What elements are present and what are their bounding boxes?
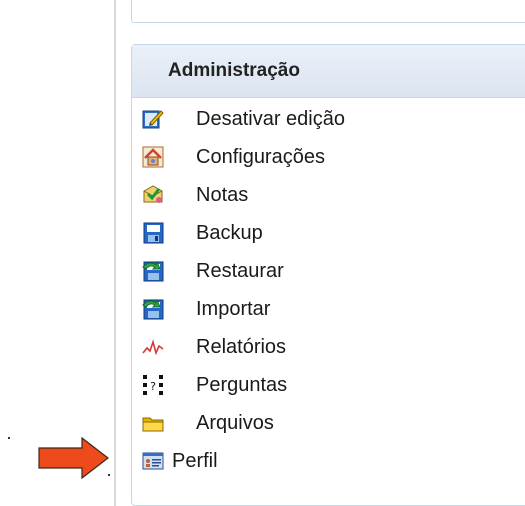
menu-item-label: Importar: [196, 297, 271, 320]
edit-icon: [140, 106, 166, 132]
menu-item-label: Backup: [196, 221, 263, 244]
menu-item-desativar-edicao[interactable]: Desativar edição: [140, 105, 345, 133]
import-icon: [140, 296, 166, 322]
menu-item-perguntas[interactable]: ? Perguntas: [140, 371, 287, 399]
menu-item-relatorios[interactable]: Relatórios: [140, 333, 286, 361]
admin-block-header: Administração: [132, 45, 525, 98]
admin-block: Administração Desativar edição Configura…: [131, 44, 525, 506]
menu-item-label: Configurações: [196, 145, 325, 168]
menu-item-backup[interactable]: Backup: [140, 219, 263, 247]
profile-icon: [140, 448, 166, 474]
menu-item-notas[interactable]: Notas: [140, 181, 248, 209]
grades-icon: [140, 182, 166, 208]
stray-dot: [108, 474, 110, 476]
menu-item-perfil[interactable]: Perfil: [140, 447, 218, 475]
backup-icon: [140, 220, 166, 246]
menu-item-label: Restaurar: [196, 259, 284, 282]
menu-item-restaurar[interactable]: Restaurar: [140, 257, 284, 285]
menu-item-arquivos[interactable]: Arquivos: [140, 409, 274, 437]
menu-item-label: Arquivos: [196, 411, 274, 434]
admin-block-title: Administração: [168, 60, 300, 81]
menu-item-configuracoes[interactable]: Configurações: [140, 143, 325, 171]
previous-block: [131, 0, 525, 23]
questions-icon: ?: [140, 372, 166, 398]
menu-item-label: Perfil: [172, 449, 218, 472]
menu-item-label: Notas: [196, 183, 249, 206]
menu-item-label: Perguntas: [196, 373, 288, 396]
folder-icon: [140, 410, 166, 436]
reports-icon: [140, 334, 166, 360]
menu-item-importar[interactable]: Importar: [140, 295, 270, 323]
stray-dot: [8, 437, 10, 439]
page-divider: [114, 0, 116, 506]
settings-icon: [140, 144, 166, 170]
menu-item-label: Relatórios: [196, 335, 287, 358]
svg-text:?: ?: [150, 380, 156, 393]
pointer-arrow-icon: [38, 436, 109, 480]
menu-item-label: Desativar edição: [196, 107, 345, 130]
restore-icon: [140, 258, 166, 284]
